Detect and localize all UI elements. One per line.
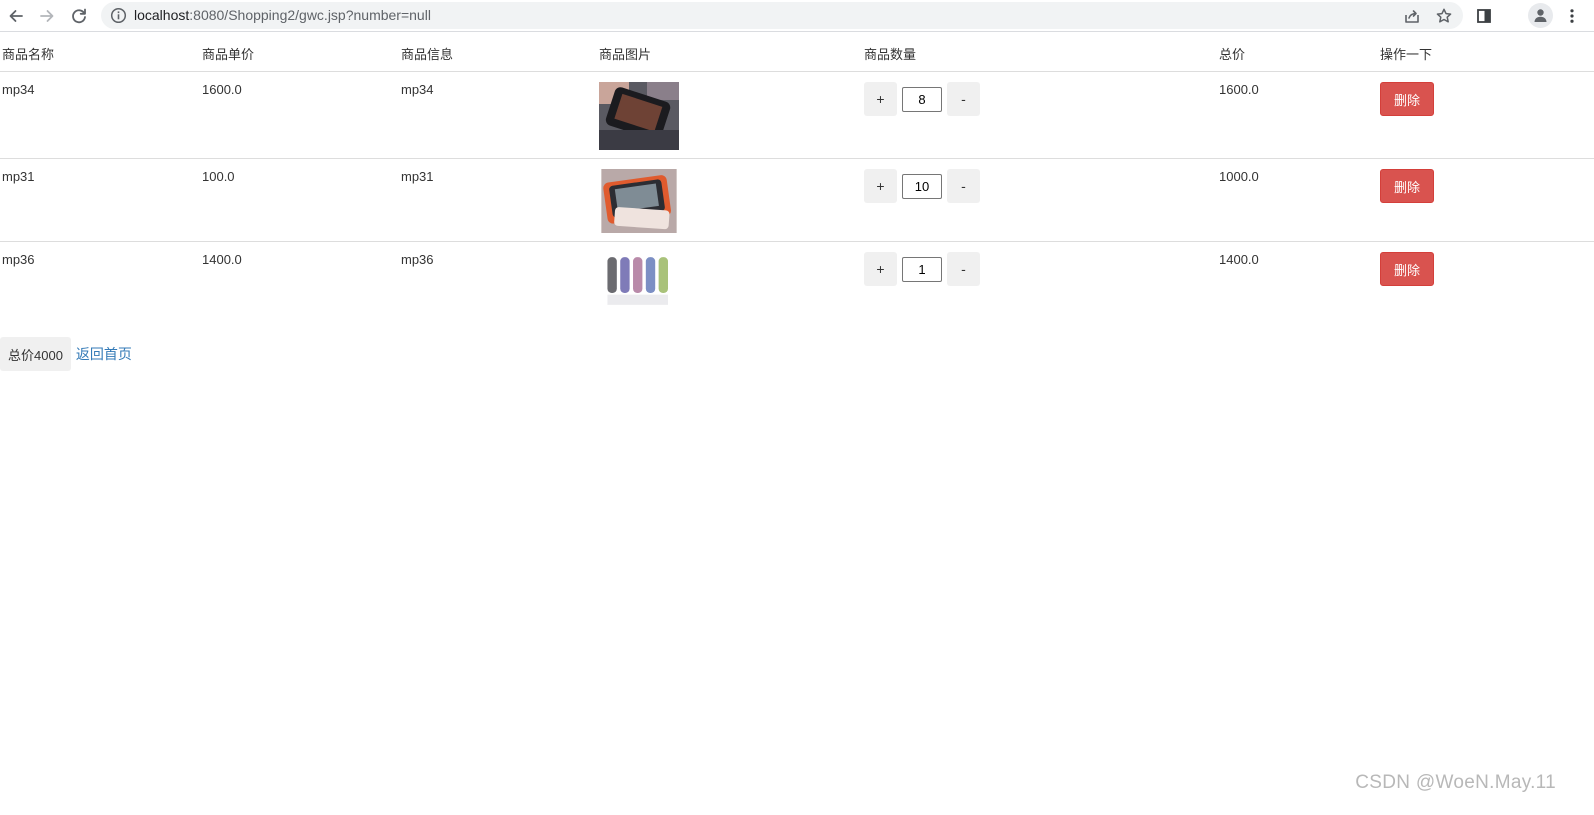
quantity-cell: + - [862,72,1217,159]
back-to-home-link[interactable]: 返回首页 [76,344,132,364]
cart-table: 商品名称 商品单价 商品信息 商品图片 商品数量 总价 操作一下 mp34 16… [0,34,1594,322]
decrease-button[interactable]: - [947,82,980,116]
quantity-stepper: + - [864,169,1215,203]
more-vertical-icon [1570,9,1574,23]
table-row: mp34 1600.0 mp34 + - [0,72,1594,159]
header-product-name: 商品名称 [0,34,200,72]
forward-button[interactable] [34,3,60,29]
decrease-button[interactable]: - [947,252,980,286]
reload-icon [72,8,86,24]
product-image [604,252,674,310]
quantity-input[interactable] [902,256,942,282]
table-header-row: 商品名称 商品单价 商品信息 商品图片 商品数量 总价 操作一下 [0,34,1594,72]
product-info: mp34 [401,82,434,97]
actions-cell: 删除 [1378,72,1594,159]
product-info: mp31 [399,158,597,242]
side-panel-icon [1477,9,1491,23]
header-unit-price: 商品单价 [200,34,399,72]
share-button[interactable] [1401,5,1423,27]
person-icon [1534,9,1547,22]
header-product-image: 商品图片 [597,34,862,72]
quantity-stepper: + - [864,252,1215,286]
increase-button[interactable]: + [864,169,897,203]
header-actions: 操作一下 [1378,34,1594,72]
product-name: mp34 [2,82,35,97]
header-total: 总价 [1217,34,1378,72]
back-button[interactable] [3,3,29,29]
profile-avatar[interactable] [1528,3,1553,28]
grand-total: 总价4000 [0,337,71,371]
quantity-cell: + - [862,158,1217,242]
product-image-cell [597,241,862,322]
arrow-left-icon [9,10,23,22]
cart-footer: 总价4000 返回首页 [0,337,132,371]
table-row: mp36 1400.0 mp36 + - [0,241,1594,322]
delete-button[interactable]: 删除 [1380,82,1434,116]
unit-price: 1400.0 [200,241,399,322]
row-total: 1600.0 [1219,82,1259,97]
product-image-cell [597,158,862,242]
quantity-cell: + - [862,241,1217,322]
url-path: :8080/Shopping2/gwc.jsp?number=null [189,7,431,23]
reload-button[interactable] [66,3,92,29]
delete-button[interactable]: 删除 [1380,252,1434,286]
info-icon[interactable] [110,7,127,24]
arrow-right-icon [40,10,54,22]
row-total: 1400.0 [1217,241,1378,322]
menu-button[interactable] [1559,3,1585,29]
product-image [601,169,677,233]
unit-price: 100.0 [200,158,399,242]
star-icon [1436,8,1452,23]
quantity-input[interactable] [902,173,942,199]
actions-cell: 删除 [1378,241,1594,322]
delete-button[interactable]: 删除 [1380,169,1434,203]
header-quantity: 商品数量 [862,34,1217,72]
increase-button[interactable]: + [864,82,897,116]
url-host: localhost [134,7,190,23]
table-row: mp31 100.0 mp31 + - 1000.0 [0,158,1594,242]
bookmark-button[interactable] [1433,5,1455,27]
share-icon [1405,10,1419,23]
address-bar[interactable]: localhost:8080/Shopping2/gwc.jsp?number=… [101,2,1463,29]
product-image-cell [597,72,862,159]
quantity-stepper: + - [864,82,1215,116]
url-text[interactable]: localhost:8080/Shopping2/gwc.jsp?number=… [134,7,431,24]
browser-toolbar: localhost:8080/Shopping2/gwc.jsp?number=… [0,0,1594,32]
product-info: mp36 [399,241,597,322]
watermark: CSDN @WoeN.May.11 [1355,772,1556,793]
product-image [599,82,679,150]
actions-cell: 删除 [1378,158,1594,242]
unit-price: 1600.0 [202,82,242,97]
decrease-button[interactable]: - [947,169,980,203]
product-name: mp31 [0,158,200,242]
header-product-info: 商品信息 [399,34,597,72]
side-panel-button[interactable] [1471,3,1497,29]
increase-button[interactable]: + [864,252,897,286]
row-total: 1000.0 [1217,158,1378,242]
product-name: mp36 [0,241,200,322]
quantity-input[interactable] [902,86,942,112]
